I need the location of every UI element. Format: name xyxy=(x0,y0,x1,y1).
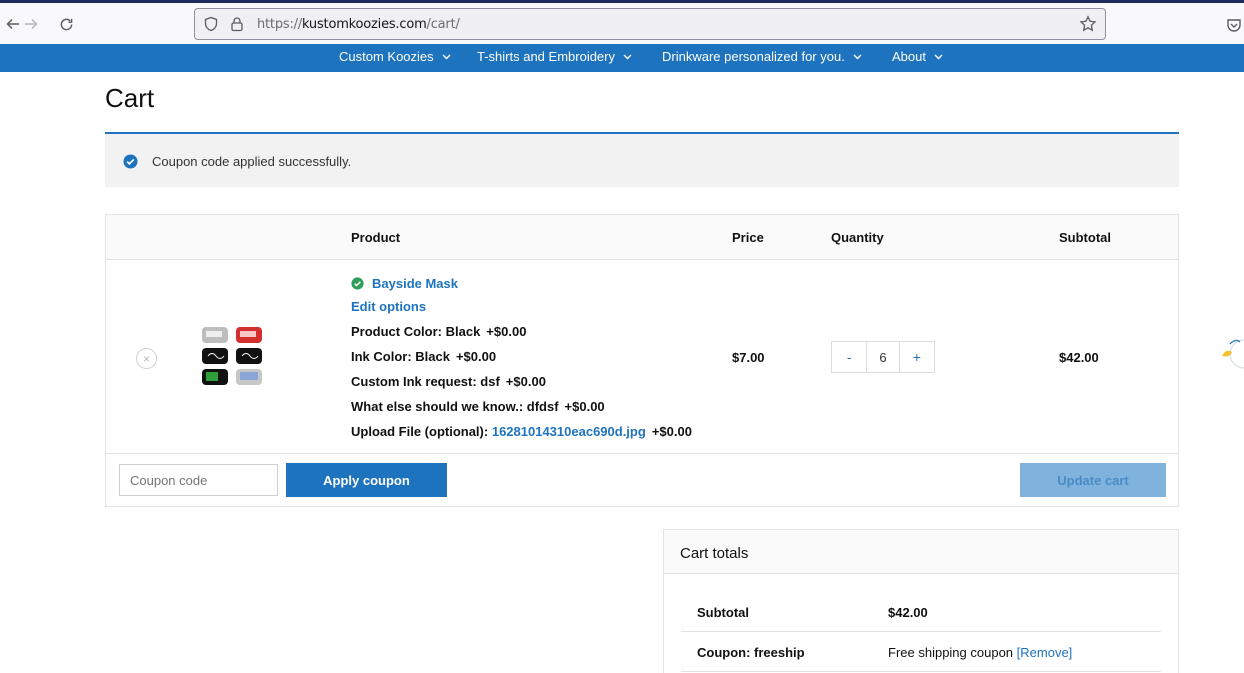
item-price: $7.00 xyxy=(732,350,765,365)
notice-text: Coupon code applied successfully. xyxy=(152,154,352,169)
header-product: Product xyxy=(351,230,401,245)
meta-label: Product Color: Black xyxy=(351,324,481,339)
bookmark-star-icon[interactable] xyxy=(1079,15,1097,33)
forward-button[interactable] xyxy=(18,11,44,37)
url-text[interactable]: https://kustomkoozies.com/cart/ xyxy=(257,17,460,32)
apply-coupon-button[interactable]: Apply coupon xyxy=(286,463,447,497)
coupon-description: Free shipping coupon xyxy=(888,645,1014,660)
nav-label: T-shirts and Embroidery xyxy=(477,49,615,64)
page-title: Cart xyxy=(105,83,155,113)
success-notice: Coupon code applied successfully. xyxy=(105,132,1179,187)
chevron-down-icon xyxy=(934,54,943,59)
forward-arrow-icon xyxy=(25,18,38,30)
nav-item-drinkware[interactable]: Drinkware personalized for you. xyxy=(662,49,862,64)
qty-input[interactable]: 6 xyxy=(866,342,900,372)
url-scheme: https:// xyxy=(257,17,302,32)
quantity-stepper: - 6 + xyxy=(831,341,935,373)
cart-table: Product Price Quantity Subtotal × Baysid… xyxy=(105,214,1179,507)
nav-item-about[interactable]: About xyxy=(892,49,943,64)
browser-toolbar: https://kustomkoozies.com/cart/ xyxy=(0,3,1244,44)
remove-item-button[interactable]: × xyxy=(136,348,157,369)
cart-actions: Apply coupon Update cart xyxy=(106,454,1178,506)
site-navigation: Custom Koozies T-shirts and Embroidery D… xyxy=(0,44,1244,72)
nav-item-custom-koozies[interactable]: Custom Koozies xyxy=(339,49,451,64)
meta-price: +$0.00 xyxy=(564,399,605,414)
meta-label: Custom Ink request: dsf xyxy=(351,374,500,389)
chevron-down-icon xyxy=(853,54,862,59)
qty-increase-button[interactable]: + xyxy=(900,342,934,372)
header-price: Price xyxy=(732,230,764,245)
chevron-down-icon xyxy=(623,54,632,59)
update-cart-button[interactable]: Update cart xyxy=(1020,463,1166,497)
cart-totals-title: Cart totals xyxy=(680,545,749,562)
nav-label: Custom Koozies xyxy=(339,49,434,64)
chevron-down-icon xyxy=(442,54,451,59)
product-thumbnail[interactable] xyxy=(200,324,266,386)
check-circle-icon xyxy=(351,276,364,290)
reload-button[interactable] xyxy=(53,11,79,37)
totals-coupon-label: Coupon: freeship xyxy=(697,645,805,660)
item-subtotal: $42.00 xyxy=(1059,350,1099,365)
product-details: Bayside Mask Edit options Product Color:… xyxy=(351,274,692,442)
totals-row-subtotal: Subtotal $42.00 xyxy=(681,592,1161,632)
nav-label: About xyxy=(892,49,926,64)
lock-icon[interactable] xyxy=(229,16,245,32)
nav-item-tshirts[interactable]: T-shirts and Embroidery xyxy=(477,49,632,64)
meta-label: Upload File (optional): xyxy=(351,424,489,439)
product-name-link[interactable]: Bayside Mask xyxy=(351,274,692,292)
totals-subtotal-label: Subtotal xyxy=(697,605,749,620)
meta-price: +$0.00 xyxy=(651,424,692,439)
uploaded-file-link[interactable]: 16281014310eac690d.jpg xyxy=(492,424,646,439)
tracking-shield-icon[interactable] xyxy=(203,16,219,32)
url-bar[interactable]: https://kustomkoozies.com/cart/ xyxy=(194,8,1106,40)
meta-price: +$0.00 xyxy=(505,374,546,389)
check-circle-icon xyxy=(123,154,138,169)
coupon-input[interactable] xyxy=(119,464,278,496)
meta-product-color: Product Color: Black +$0.00 xyxy=(351,324,692,342)
table-header: Product Price Quantity Subtotal xyxy=(106,215,1178,260)
meta-notes: What else should we know.: dfdsf +$0.00 xyxy=(351,399,692,417)
pocket-icon[interactable] xyxy=(1226,17,1242,33)
nav-label: Drinkware personalized for you. xyxy=(662,49,845,64)
meta-ink-color: Ink Color: Black +$0.00 xyxy=(351,349,692,367)
meta-price: +$0.00 xyxy=(455,349,497,364)
url-host: kustomkoozies.com xyxy=(302,17,427,32)
table-row: × Bayside Mask Edit options Product Colo… xyxy=(106,260,1178,454)
meta-label: Ink Color: Black xyxy=(351,349,450,364)
url-path: /cart/ xyxy=(426,17,460,32)
meta-custom-ink: Custom Ink request: dsf +$0.00 xyxy=(351,374,692,392)
cart-totals: Cart totals Subtotal $42.00 Coupon: free… xyxy=(663,529,1179,673)
remove-coupon-link[interactable]: [Remove] xyxy=(1017,645,1073,660)
totals-coupon-value: Free shipping coupon [Remove] xyxy=(888,645,1072,660)
totals-subtotal-value: $42.00 xyxy=(888,605,928,620)
qty-decrease-button[interactable]: - xyxy=(832,342,866,372)
cart-totals-header: Cart totals xyxy=(664,530,1178,574)
chat-widget-icon[interactable] xyxy=(1218,326,1244,376)
header-quantity: Quantity xyxy=(831,230,884,245)
product-name: Bayside Mask xyxy=(372,275,458,291)
reload-icon xyxy=(60,18,72,30)
edit-options-link[interactable]: Edit options xyxy=(351,299,692,317)
meta-label: What else should we know.: dfdsf xyxy=(351,399,559,414)
meta-price: +$0.00 xyxy=(486,324,527,339)
header-subtotal: Subtotal xyxy=(1059,230,1111,245)
totals-row-coupon: Coupon: freeship Free shipping coupon [R… xyxy=(681,632,1161,672)
meta-upload-file: Upload File (optional): 16281014310eac69… xyxy=(351,424,692,442)
